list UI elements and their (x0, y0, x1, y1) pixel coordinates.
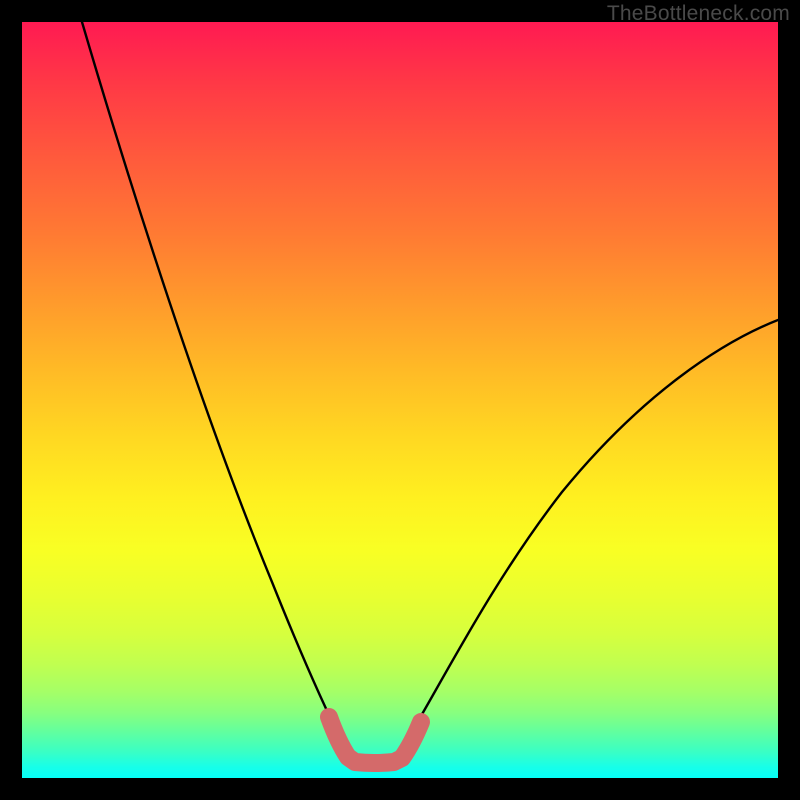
left-curve (82, 22, 343, 744)
watermark-text: TheBottleneck.com (607, 2, 790, 26)
plot-area (22, 22, 778, 778)
chart-frame: TheBottleneck.com (0, 0, 800, 800)
right-curve (407, 320, 778, 740)
bottom-marker (329, 717, 421, 763)
curve-layer (22, 22, 778, 778)
